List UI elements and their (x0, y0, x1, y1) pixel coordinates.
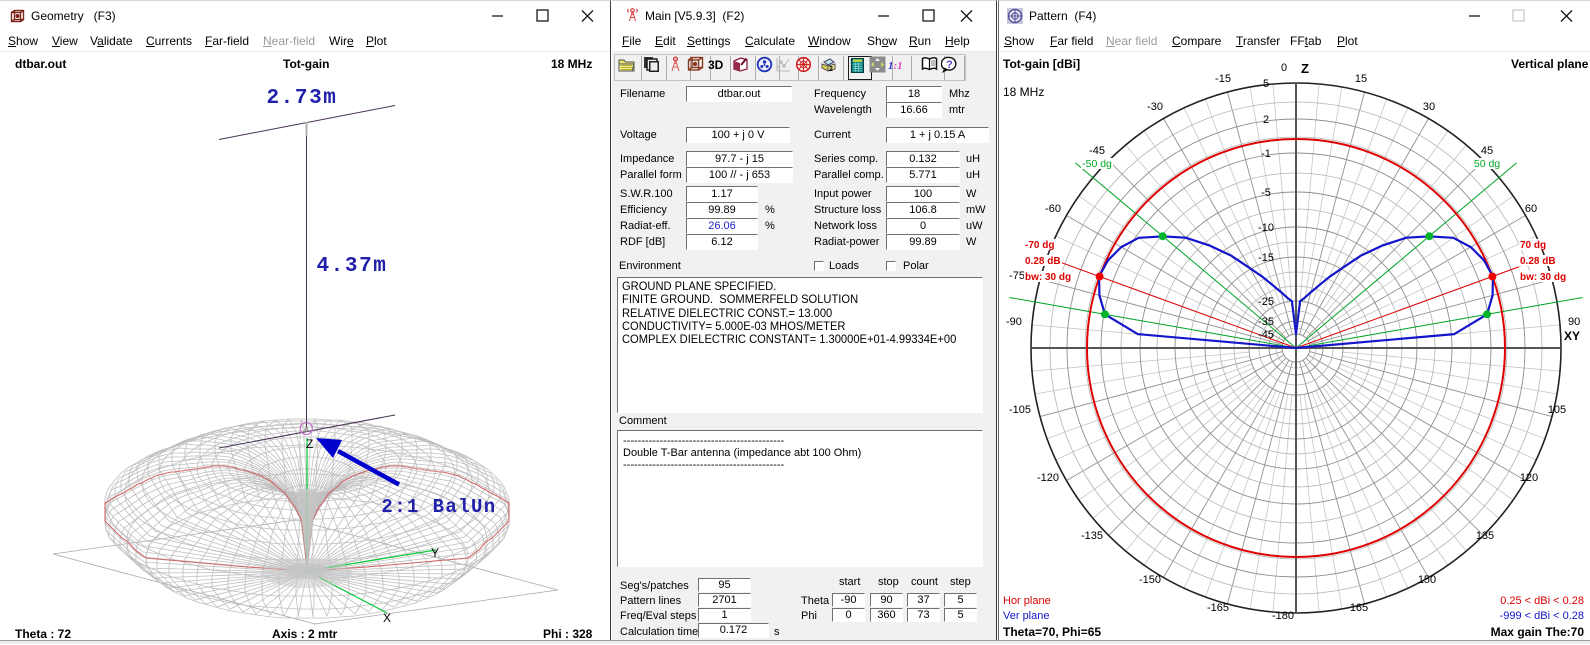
svg-text:Z: Z (306, 437, 313, 451)
svg-text:XY: XY (1564, 329, 1580, 343)
svg-text:5: 5 (1263, 78, 1269, 90)
svg-text:-5: -5 (1261, 187, 1271, 199)
svg-text:120: 120 (1520, 472, 1538, 484)
svg-text:135: 135 (1476, 530, 1494, 542)
svg-text:50 dg: 50 dg (1474, 158, 1500, 170)
svg-text:2.73m: 2.73m (266, 87, 337, 110)
svg-text:-70 dg: -70 dg (1025, 240, 1054, 251)
svg-text:-35: -35 (1258, 316, 1274, 328)
svg-text:0.28 dB: 0.28 dB (1025, 256, 1061, 267)
svg-text:4.37m: 4.37m (316, 255, 387, 278)
svg-text:-75: -75 (1009, 270, 1025, 282)
svg-text:-15: -15 (1258, 252, 1274, 264)
svg-text:-150: -150 (1139, 574, 1161, 586)
svg-text:150: 150 (1418, 574, 1436, 586)
svg-text:Y: Y (431, 546, 439, 560)
svg-text:-120: -120 (1037, 472, 1059, 484)
svg-text:1:1: 1:1 (888, 60, 903, 72)
svg-text:-135: -135 (1081, 530, 1103, 542)
svg-text:-45: -45 (1089, 145, 1105, 157)
svg-text:165: 165 (1350, 602, 1368, 614)
svg-text:60: 60 (1525, 203, 1537, 215)
svg-text:?: ? (946, 59, 953, 71)
svg-text:-1: -1 (1261, 148, 1271, 160)
svg-text:-180: -180 (1272, 610, 1294, 622)
svg-text:-10: -10 (1258, 222, 1274, 234)
svg-text:-90: -90 (1006, 316, 1022, 328)
svg-text:70 dg: 70 dg (1520, 240, 1546, 251)
svg-text:bw: 30 dg: bw: 30 dg (1520, 272, 1566, 283)
svg-text:0.28 dB: 0.28 dB (1520, 256, 1556, 267)
svg-text:X: X (383, 611, 391, 625)
svg-text:2: 2 (1263, 114, 1269, 126)
svg-text:45: 45 (1481, 145, 1493, 157)
svg-text:0: 0 (1281, 62, 1287, 74)
svg-text:-60: -60 (1045, 203, 1061, 215)
svg-text:-105: -105 (1009, 404, 1031, 416)
svg-text:-15: -15 (1215, 73, 1231, 85)
svg-text:3D: 3D (708, 58, 724, 72)
svg-text:-45: -45 (1258, 329, 1274, 341)
svg-text:-165: -165 (1207, 602, 1229, 614)
svg-text:2: 2 (829, 66, 833, 73)
svg-text:2:1 BalUn: 2:1 BalUn (381, 496, 496, 518)
svg-text:30: 30 (1423, 101, 1435, 113)
svg-text:-30: -30 (1147, 101, 1163, 113)
svg-text:Z: Z (1301, 61, 1309, 76)
svg-text:-25: -25 (1258, 296, 1274, 308)
svg-text:bw: 30 dg: bw: 30 dg (1025, 272, 1071, 283)
svg-text:-50 dg: -50 dg (1082, 158, 1112, 170)
svg-text:105: 105 (1548, 404, 1566, 416)
svg-text:90: 90 (1568, 316, 1580, 328)
svg-text:15: 15 (1355, 73, 1367, 85)
